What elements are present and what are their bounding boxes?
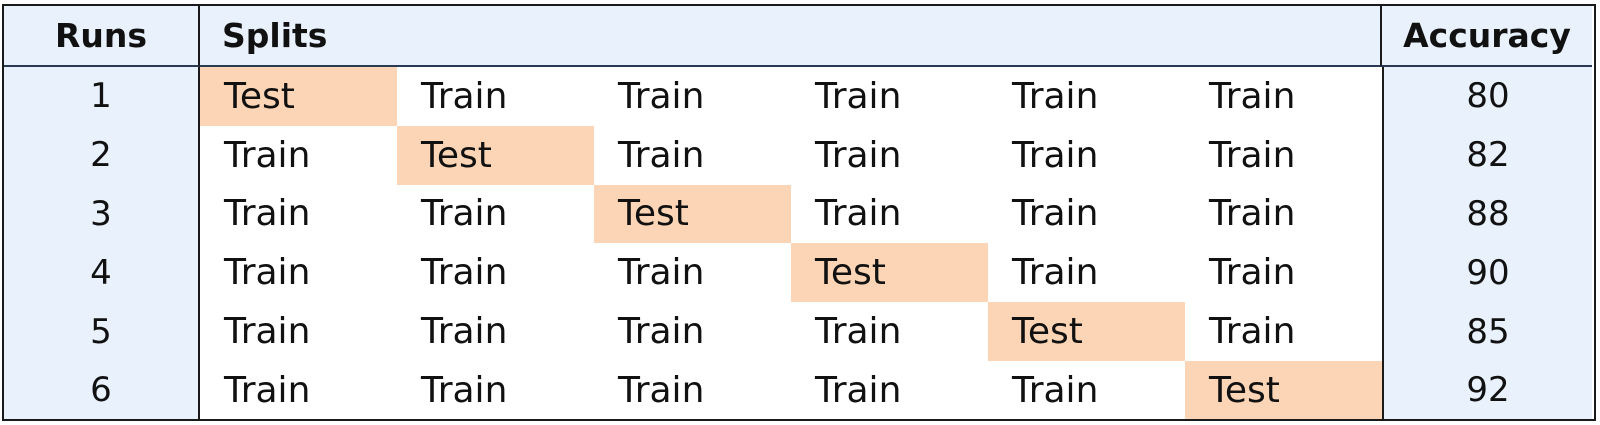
- split-cell: Test: [397, 125, 594, 185]
- split-cell: Train: [988, 243, 1185, 303]
- accuracy-value: 88: [1382, 184, 1592, 244]
- split-cell: Train: [1185, 302, 1382, 361]
- split-cell: Train: [397, 184, 594, 244]
- accuracy-value: 85: [1382, 302, 1592, 361]
- split-cell: Train: [791, 360, 988, 419]
- split-cell: Train: [594, 125, 791, 185]
- split-cell: Test: [1185, 360, 1382, 419]
- accuracy-value: 90: [1382, 243, 1592, 303]
- split-cell: Train: [200, 184, 397, 244]
- split-cell: Train: [397, 243, 594, 303]
- split-cell: Train: [594, 243, 791, 303]
- split-cell: Train: [397, 67, 594, 126]
- accuracy-value: 82: [1382, 125, 1592, 185]
- split-cell: Train: [988, 184, 1185, 244]
- run-number: 3: [4, 184, 200, 244]
- split-cell: Train: [594, 360, 791, 419]
- accuracy-value: 92: [1382, 360, 1592, 419]
- split-cell: Train: [1185, 184, 1382, 244]
- split-cell: Train: [1185, 67, 1382, 126]
- accuracy-value: 80: [1382, 67, 1592, 126]
- header-accuracy: Accuracy: [1382, 6, 1592, 67]
- split-cell: Train: [791, 67, 988, 126]
- cross-validation-table: Runs Splits Accuracy 1 Test Train Train …: [2, 4, 1596, 421]
- header-splits: Splits: [200, 6, 1382, 67]
- split-cell: Train: [397, 302, 594, 361]
- header-runs: Runs: [4, 6, 200, 67]
- split-cell: Train: [988, 125, 1185, 185]
- split-cell: Train: [791, 302, 988, 361]
- run-number: 2: [4, 125, 200, 185]
- split-cell: Train: [200, 125, 397, 185]
- split-cell: Train: [200, 243, 397, 303]
- split-cell: Train: [988, 67, 1185, 126]
- split-cell: Train: [397, 360, 594, 419]
- run-number: 4: [4, 243, 200, 303]
- split-cell: Test: [200, 67, 397, 126]
- split-cell: Train: [200, 302, 397, 361]
- split-cell: Train: [1185, 125, 1382, 185]
- split-cell: Train: [791, 184, 988, 244]
- run-number: 5: [4, 302, 200, 361]
- split-cell: Train: [200, 360, 397, 419]
- split-cell: Train: [594, 302, 791, 361]
- split-cell: Train: [594, 67, 791, 126]
- run-number: 6: [4, 360, 200, 419]
- split-cell: Test: [594, 184, 791, 244]
- split-cell: Test: [988, 302, 1185, 361]
- split-cell: Test: [791, 243, 988, 303]
- run-number: 1: [4, 67, 200, 126]
- split-cell: Train: [791, 125, 988, 185]
- split-cell: Train: [988, 360, 1185, 419]
- split-cell: Train: [1185, 243, 1382, 303]
